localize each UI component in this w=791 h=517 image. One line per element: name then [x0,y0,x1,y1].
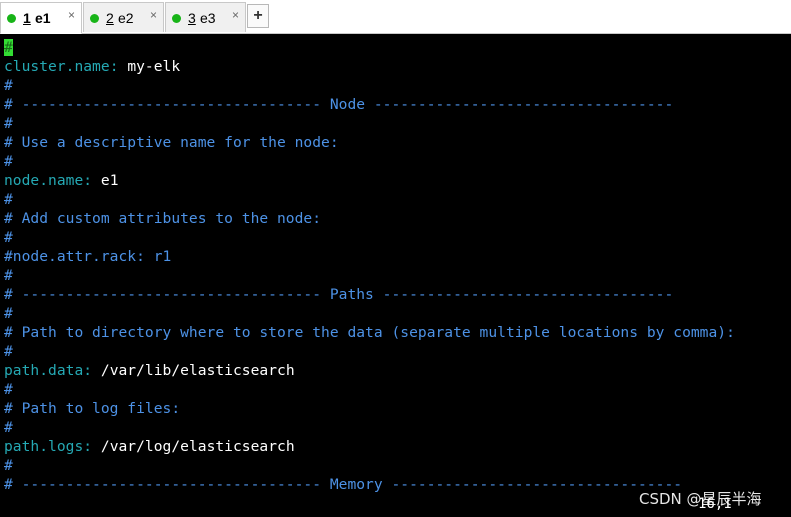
tab-e2[interactable]: 2 e2 × [83,2,164,32]
session-status-dot-icon [7,14,16,23]
comment-line: # [4,153,13,170]
comment-line: #node.attr.rack: r1 [4,248,172,265]
config-value: my-elk [127,58,181,75]
editor-line: path.logs: /var/log/elasticsearch [4,437,791,456]
config-separator: : [83,362,101,379]
tab-e1[interactable]: 1 e1 × [0,2,82,34]
comment-line: # [4,381,13,398]
watermark: CSDN @星辰半海 [639,490,762,508]
comment-line: # [4,77,13,94]
config-separator: : [109,58,128,75]
config-key: path.logs [4,438,84,455]
config-separator: : [83,438,101,455]
config-value: e1 [100,172,119,189]
config-value: /var/lib/elasticsearch [100,362,295,379]
close-tab-icon[interactable]: × [68,8,75,22]
session-status-dot-icon [90,14,99,23]
config-key: cluster.name [4,58,110,75]
config-key: path.data [4,362,84,379]
tab-label: e3 [200,10,216,26]
tab-number: 3 [188,10,196,26]
comment-line: # [4,267,13,284]
comment-line: # Path to directory where to store the d… [4,324,735,341]
terminal-editor[interactable]: # cluster.name: my-elk # # -------------… [4,38,791,517]
comment-line: # Use a descriptive name for the node: [4,134,339,151]
config-key: node.name [4,172,84,189]
editor-line: cluster.name: my-elk [4,57,791,76]
comment-line: # [4,229,13,246]
tab-label: e2 [118,10,134,26]
comment-line: # Add custom attributes to the node: [4,210,322,227]
close-tab-icon[interactable]: × [232,8,239,22]
tab-label: e1 [35,10,51,26]
tab-number: 2 [106,10,114,26]
tab-e3[interactable]: 3 e3 × [165,2,246,32]
comment-line: # ---------------------------------- Pat… [4,286,674,303]
session-status-dot-icon [172,14,181,23]
tab-bar: 1 e1 × 2 e2 × 3 e3 × + [0,0,791,34]
config-value: /var/log/elasticsearch [100,438,295,455]
editor-line: path.data: /var/lib/elasticsearch [4,361,791,380]
comment-line: # [4,343,13,360]
tab-number: 1 [23,10,31,26]
comment-line: # Path to log files: [4,400,181,417]
text-cursor: # [4,39,13,56]
editor-line: # [4,38,791,57]
comment-line: # [4,305,13,322]
new-tab-button[interactable]: + [247,4,269,28]
close-tab-icon[interactable]: × [150,8,157,22]
editor-line: node.name: e1 [4,171,791,190]
config-separator: : [83,172,101,189]
comment-line: # [4,419,13,436]
comment-line: # ---------------------------------- Nod… [4,96,674,113]
comment-line: # [4,191,13,208]
comment-line: # [4,457,13,474]
comment-line: # [4,115,13,132]
